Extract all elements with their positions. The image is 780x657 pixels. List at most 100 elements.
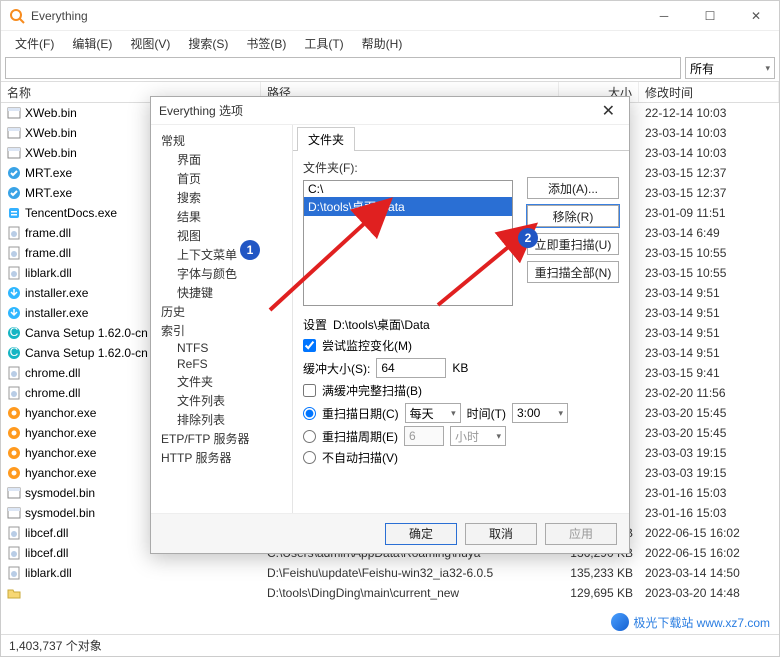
no-auto-radio[interactable] <box>303 451 316 464</box>
time-select[interactable]: 3:00▾ <box>512 403 568 423</box>
remove-button[interactable]: 移除(R) <box>527 205 619 227</box>
file-icon <box>7 446 21 460</box>
tree-refs[interactable]: ReFS <box>151 356 292 372</box>
file-date: 23-03-20 15:45 <box>639 406 779 420</box>
options-dialog: Everything 选项 ✕ 常规 界面 首页 搜索 结果 视图 上下文菜单 … <box>150 96 630 554</box>
file-name: installer.exe <box>25 286 88 300</box>
add-button[interactable]: 添加(A)... <box>527 177 619 199</box>
file-name: sysmodel.bin <box>25 506 95 520</box>
file-name: installer.exe <box>25 306 88 320</box>
rescan-period-radio[interactable] <box>303 430 316 443</box>
menu-view[interactable]: 视图(V) <box>122 32 178 55</box>
file-date: 2023-03-14 14:50 <box>639 566 779 580</box>
tree-general[interactable]: 常规 <box>151 131 292 150</box>
tree-home[interactable]: 首页 <box>151 169 292 188</box>
file-date: 2022-06-15 16:02 <box>639 526 779 540</box>
file-name: liblark.dll <box>25 566 72 580</box>
file-name: chrome.dll <box>25 386 80 400</box>
file-name: hyanchor.exe <box>25 426 96 440</box>
tree-contextmenu[interactable]: 上下文菜单 <box>151 245 292 264</box>
file-name: MRT.exe <box>25 186 72 200</box>
file-icon <box>7 206 21 220</box>
file-name: liblark.dll <box>25 266 72 280</box>
file-date: 23-03-14 9:51 <box>639 306 779 320</box>
file-name: Canva Setup 1.62.0-cn <box>25 346 148 360</box>
file-icon <box>7 166 21 180</box>
menu-tools[interactable]: 工具(T) <box>296 32 351 55</box>
full-rescan-checkbox[interactable] <box>303 384 316 397</box>
rescan-date-radio[interactable] <box>303 407 316 420</box>
watermark-icon <box>611 613 629 631</box>
monitor-checkbox[interactable] <box>303 339 316 352</box>
file-row[interactable]: D:\tools\DingDing\main\current_new129,69… <box>1 583 779 603</box>
tree-results[interactable]: 结果 <box>151 207 292 226</box>
folder-item-selected[interactable]: D:\tools\桌面\Data <box>304 197 512 216</box>
tree-exclude[interactable]: 排除列表 <box>151 410 292 429</box>
tree-view[interactable]: 视图 <box>151 226 292 245</box>
file-name: MRT.exe <box>25 166 72 180</box>
file-date: 23-03-15 12:37 <box>639 166 779 180</box>
file-name: sysmodel.bin <box>25 486 95 500</box>
tab-folders[interactable]: 文件夹 <box>297 127 355 151</box>
rescan-date-select[interactable]: 每天▾ <box>405 403 461 423</box>
file-path: D:\Feishu\update\Feishu-win32_ia32-6.0.5 <box>261 566 559 580</box>
full-rescan-label: 满缓冲完整扫描(B) <box>322 382 422 399</box>
window-title: Everything <box>31 9 641 23</box>
folder-item[interactable]: C:\ <box>304 181 512 197</box>
no-auto-label: 不自动扫描(V) <box>322 449 398 466</box>
file-icon <box>7 426 21 440</box>
annotation-badge-2: 2 <box>518 228 538 248</box>
cancel-button[interactable]: 取消 <box>465 523 537 545</box>
dialog-close-button[interactable]: ✕ <box>596 101 621 121</box>
tree-history[interactable]: 历史 <box>151 302 292 321</box>
tree-fonts[interactable]: 字体与颜色 <box>151 264 292 283</box>
rescan-now-button[interactable]: 立即重扫描(U) <box>527 233 619 255</box>
watermark-text: 极光下载站 www.xz7.com <box>633 614 770 631</box>
monitor-label: 尝试监控变化(M) <box>322 337 412 354</box>
menu-bar: 文件(F) 编辑(E) 视图(V) 搜索(S) 书签(B) 工具(T) 帮助(H… <box>1 31 779 55</box>
ok-button[interactable]: 确定 <box>385 523 457 545</box>
menu-file[interactable]: 文件(F) <box>7 32 62 55</box>
tree-hotkeys[interactable]: 快捷键 <box>151 283 292 302</box>
file-row[interactable]: liblark.dll D:\Feishu\update\Feishu-win32… <box>1 563 779 583</box>
rescan-all-button[interactable]: 重扫描全部(N) <box>527 261 619 283</box>
file-date: 23-01-16 15:03 <box>639 486 779 500</box>
menu-search[interactable]: 搜索(S) <box>180 32 236 55</box>
file-date: 23-03-03 19:15 <box>639 466 779 480</box>
close-button[interactable]: ✕ <box>733 1 779 30</box>
apply-button[interactable]: 应用 <box>545 523 617 545</box>
svg-text:C: C <box>10 346 19 359</box>
file-icon <box>7 226 21 240</box>
menu-edit[interactable]: 编辑(E) <box>64 32 120 55</box>
search-input[interactable] <box>5 57 681 79</box>
file-date: 23-03-14 6:49 <box>639 226 779 240</box>
menu-help[interactable]: 帮助(H) <box>354 32 411 55</box>
options-tree[interactable]: 常规 界面 首页 搜索 结果 视图 上下文菜单 字体与颜色 快捷键 历史 索引 … <box>151 125 293 513</box>
filter-select[interactable]: 所有 ▾ <box>685 57 775 79</box>
tree-ui[interactable]: 界面 <box>151 150 292 169</box>
tree-etp[interactable]: ETP/FTP 服务器 <box>151 429 292 448</box>
tree-search[interactable]: 搜索 <box>151 188 292 207</box>
tree-http[interactable]: HTTP 服务器 <box>151 448 292 467</box>
tree-index[interactable]: 索引 <box>151 321 292 340</box>
file-date: 23-03-20 15:45 <box>639 426 779 440</box>
file-date: 2023-03-20 14:48 <box>639 586 779 600</box>
file-date: 23-03-14 9:51 <box>639 326 779 340</box>
minimize-button[interactable]: ─ <box>641 1 687 30</box>
menu-bookmarks[interactable]: 书签(B) <box>238 32 294 55</box>
tree-filelists[interactable]: 文件列表 <box>151 391 292 410</box>
file-name: TencentDocs.exe <box>25 206 117 220</box>
file-name: XWeb.bin <box>25 126 77 140</box>
file-size: 135,233 KB <box>559 566 639 580</box>
file-icon <box>7 186 21 200</box>
tree-folders[interactable]: 文件夹 <box>151 372 292 391</box>
file-icon <box>7 566 21 580</box>
folder-listbox[interactable]: C:\ D:\tools\桌面\Data <box>303 180 513 306</box>
col-date[interactable]: 修改时间 <box>639 82 779 102</box>
buffer-input[interactable] <box>376 358 446 378</box>
dialog-title: Everything 选项 <box>159 102 596 119</box>
file-name: frame.dll <box>25 246 71 260</box>
tree-ntfs[interactable]: NTFS <box>151 340 292 356</box>
file-icon <box>7 546 21 560</box>
maximize-button[interactable]: ☐ <box>687 1 733 30</box>
